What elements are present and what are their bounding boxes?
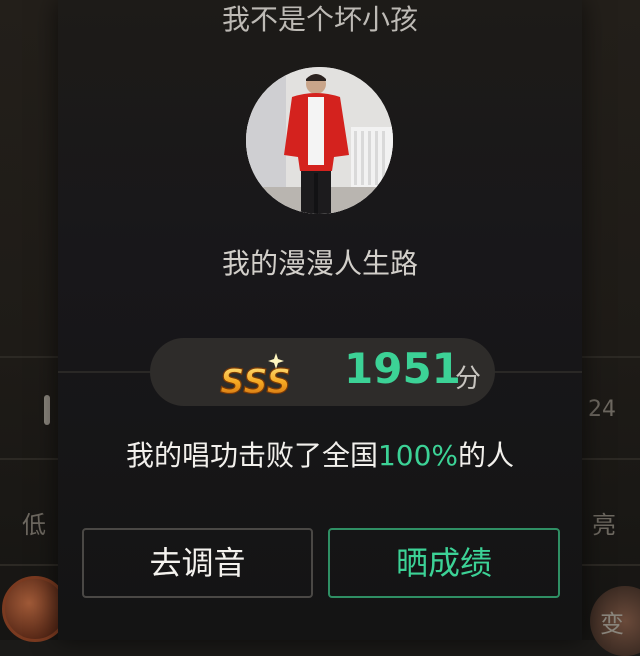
- bg-slider-thumb: [44, 395, 50, 425]
- sss-grade-badge: SSS: [219, 353, 292, 399]
- avatar-photo: [246, 67, 393, 214]
- bg-right-label-2: 变: [600, 610, 624, 638]
- score-value: 1951: [344, 344, 461, 393]
- beat-suffix: 的人: [458, 439, 515, 472]
- beat-prefix: 我的唱功击败了全国: [125, 439, 378, 472]
- svg-text:SSS: SSS: [220, 362, 291, 399]
- user-avatar[interactable]: [246, 67, 393, 214]
- bg-left-label: 低: [22, 511, 46, 539]
- beat-summary: 我的唱功击败了全国100%的人: [58, 434, 582, 474]
- beat-percent: 100%: [377, 439, 459, 472]
- user-nickname: 我不是个坏小孩: [221, 3, 418, 36]
- song-name: 我的漫漫人生路: [221, 247, 418, 280]
- score-result-modal: 我不是个坏小孩 我的漫漫人生路 SSS 1951 分 我的唱功击败了全国100%…: [58, 0, 582, 640]
- bg-right-label: 亮: [592, 511, 616, 539]
- share-score-button[interactable]: 晒成绩: [328, 528, 560, 598]
- tune-button[interactable]: 去调音: [82, 528, 313, 598]
- bg-right-number: 24: [588, 397, 616, 422]
- score-unit: 分: [455, 364, 482, 394]
